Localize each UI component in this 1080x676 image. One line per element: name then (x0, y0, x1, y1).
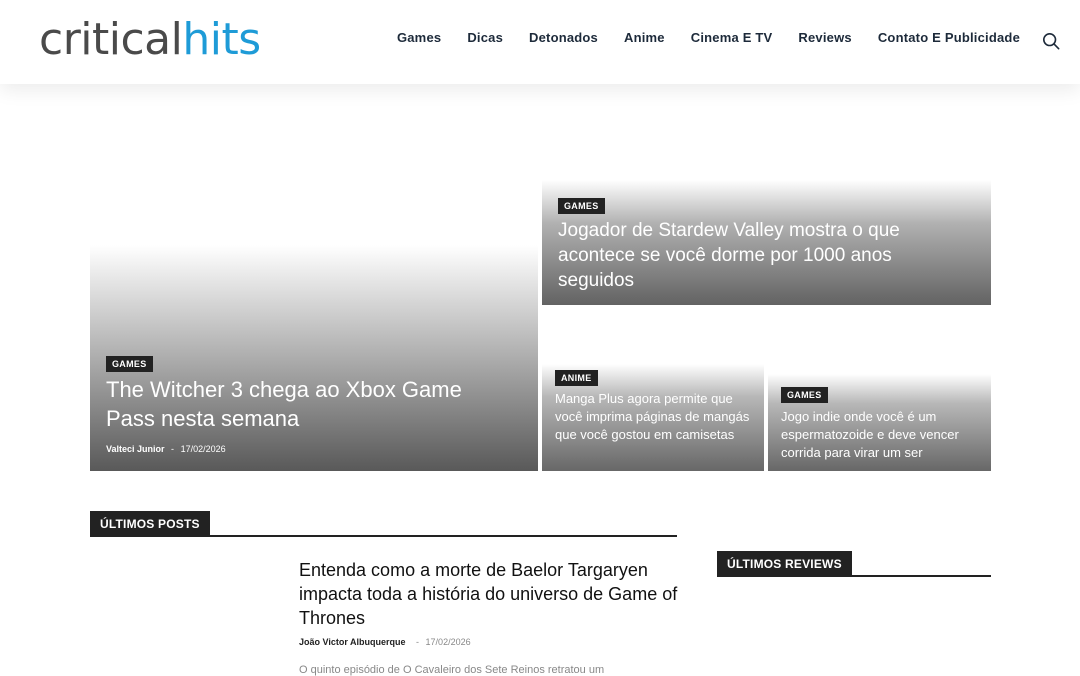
category-badge[interactable]: ANIME (555, 370, 598, 386)
site-logo[interactable]: criticalhits (39, 14, 261, 66)
meta-separator: - (171, 444, 175, 454)
featured-top-right-tile[interactable]: GAMES Jogador de Stardew Valley mostra o… (542, 180, 991, 305)
category-badge[interactable]: GAMES (781, 387, 828, 403)
meta-separator: - (416, 637, 420, 647)
category-badge[interactable]: GAMES (558, 198, 605, 214)
nav-item-contato[interactable]: Contato E Publicidade (878, 30, 1020, 45)
post-date: 17/02/2026 (425, 637, 471, 647)
logo-part-critical: critical (39, 14, 183, 65)
nav-item-cinema-tv[interactable]: Cinema E TV (691, 30, 773, 45)
site-header: criticalhits Games Dicas Detonados Anime… (0, 0, 1080, 84)
featured-main-title[interactable]: The Witcher 3 chega ao Xbox Game Pass ne… (106, 375, 506, 433)
post-meta: João Victor Albuquerque - 17/02/2026 (299, 637, 471, 647)
bottom-left-title[interactable]: Manga Plus agora permite que você imprim… (555, 390, 755, 444)
nav-item-dicas[interactable]: Dicas (467, 30, 503, 45)
featured-main-meta: Valteci Junior - 17/02/2026 (106, 444, 226, 454)
author-name[interactable]: Valteci Junior (106, 444, 165, 454)
featured-bottom-left-tile[interactable]: ANIME Manga Plus agora permite que você … (542, 309, 764, 471)
nav-item-anime[interactable]: Anime (624, 30, 665, 45)
latest-posts-label: ÚLTIMOS POSTS (90, 511, 210, 536)
latest-reviews-heading: ÚLTIMOS REVIEWS (717, 551, 991, 577)
featured-bottom-right-tile[interactable]: GAMES Jogo indie onde você é um espermat… (768, 309, 991, 471)
nav-item-detonados[interactable]: Detonados (529, 30, 598, 45)
featured-main-tile[interactable]: GAMES The Witcher 3 chega ao Xbox Game P… (90, 180, 538, 471)
latest-reviews-label: ÚLTIMOS REVIEWS (717, 551, 852, 576)
nav-item-games[interactable]: Games (397, 30, 441, 45)
search-icon[interactable] (1042, 32, 1060, 50)
category-badge[interactable]: GAMES (106, 356, 153, 372)
main-nav: Games Dicas Detonados Anime Cinema E TV … (397, 30, 1020, 45)
bottom-right-title[interactable]: Jogo indie onde você é um espermatozoide… (781, 408, 986, 462)
latest-posts-heading: ÚLTIMOS POSTS (90, 511, 677, 537)
post-title[interactable]: Entenda como a morte de Baelor Targaryen… (299, 558, 679, 630)
logo-part-hits: hits (182, 14, 261, 65)
post-excerpt: O quinto episódio de O Cavaleiro dos Set… (299, 664, 605, 676)
top-right-title[interactable]: Jogador de Stardew Valley mostra o que a… (558, 218, 918, 293)
featured-main-overlay (90, 245, 538, 471)
nav-item-reviews[interactable]: Reviews (798, 30, 851, 45)
author-name[interactable]: João Victor Albuquerque (299, 637, 406, 647)
post-date: 17/02/2026 (180, 444, 226, 454)
